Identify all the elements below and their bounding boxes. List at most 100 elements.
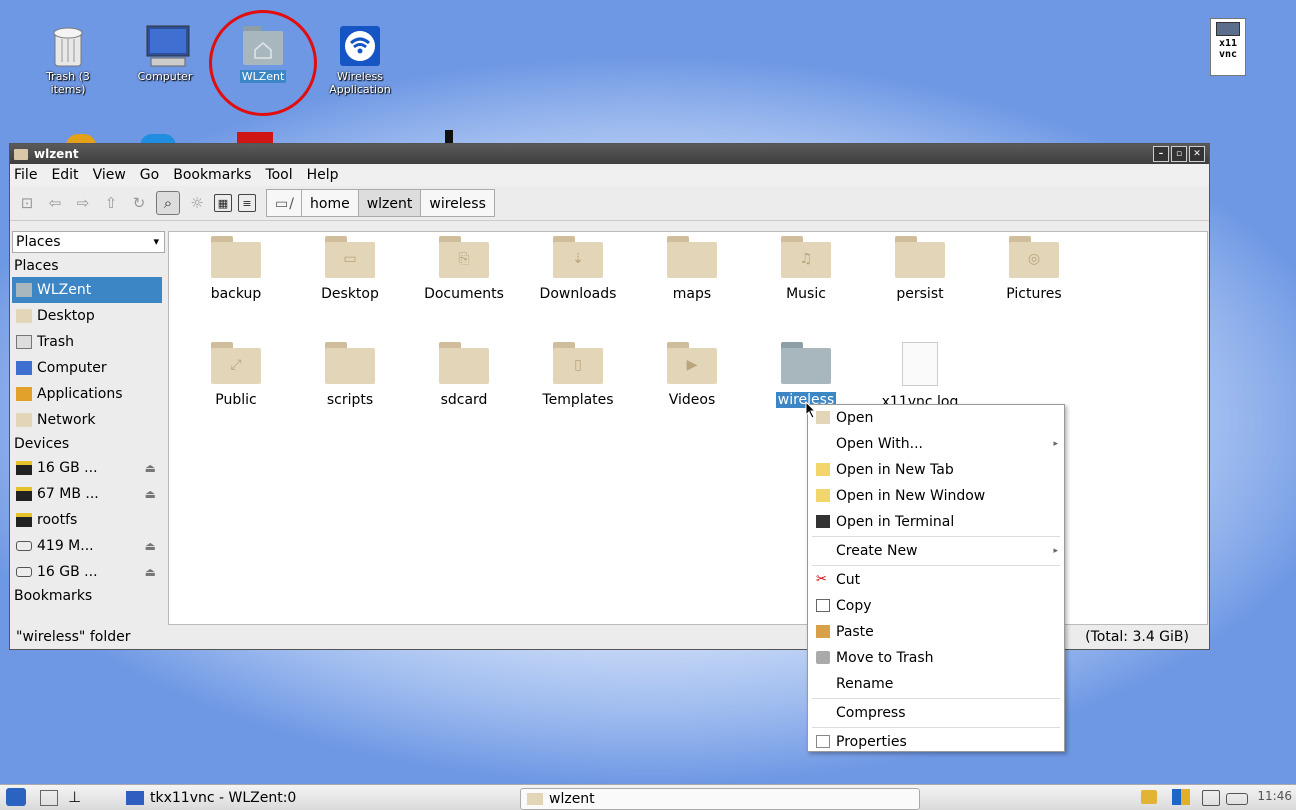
terminal-icon[interactable] <box>445 130 453 144</box>
menu-edit[interactable]: Edit <box>51 167 78 183</box>
menu-item-open-terminal[interactable]: Open in Terminal <box>808 509 1064 535</box>
menu-item-open-with[interactable]: Open With... ▸ <box>808 431 1064 457</box>
submenu-arrow-icon: ▸ <box>1053 439 1058 449</box>
places-header: Places <box>14 258 59 274</box>
show-desktop-icon[interactable] <box>40 790 58 806</box>
menu-item-copy[interactable]: Copy <box>808 593 1064 619</box>
list-view-icon[interactable]: ≡ <box>238 194 256 212</box>
breadcrumb: ▭/ home wlzent wireless <box>266 189 495 217</box>
file-item-backup[interactable]: backup <box>181 236 291 302</box>
file-item-persist[interactable]: persist <box>865 236 975 302</box>
menu-item-compress[interactable]: Compress <box>808 700 1064 726</box>
sidebar-item-network[interactable]: Network <box>12 407 166 433</box>
menu-item-properties[interactable]: Properties <box>808 729 1064 755</box>
eject-icon[interactable]: ⏏ <box>145 559 156 585</box>
menu-item-open[interactable]: Open <box>808 405 1064 431</box>
start-menu-icon[interactable] <box>6 788 26 806</box>
minimize-button[interactable]: – <box>1153 146 1169 162</box>
eject-icon[interactable]: ⏏ <box>145 533 156 559</box>
file-item-videos[interactable]: ▶ Videos <box>637 342 747 408</box>
menu-item-create-new[interactable]: Create New ▸ <box>808 538 1064 564</box>
sidebar-device-1[interactable]: 16 GB ... ⏏ <box>12 455 166 481</box>
sidebar-item-applications[interactable]: Applications <box>12 381 166 407</box>
menu-item-open-new-window[interactable]: Open in New Window <box>808 483 1064 509</box>
file-item-pictures[interactable]: ◎ Pictures <box>979 236 1089 302</box>
tray-drive-icon[interactable] <box>1226 793 1248 805</box>
sidebar-mode-select[interactable]: Places <box>12 231 165 253</box>
network-folder-icon <box>16 413 32 427</box>
file-item-downloads[interactable]: ⇣ Downloads <box>523 236 633 302</box>
menu-file[interactable]: File <box>14 167 37 183</box>
menu-item-move-to-trash[interactable]: Move to Trash <box>808 645 1064 671</box>
x11vnc-tray-widget[interactable]: x11 vnc <box>1210 18 1246 76</box>
sidebar-item-desktop[interactable]: Desktop <box>12 303 166 329</box>
taskbar-item-wlzent[interactable]: wlzent <box>520 788 920 810</box>
trash-icon <box>816 651 830 664</box>
file-item-maps[interactable]: maps <box>637 236 747 302</box>
menu-go[interactable]: Go <box>140 167 159 183</box>
menu-tool[interactable]: Tool <box>265 167 292 183</box>
menu-item-rename[interactable]: Rename <box>808 671 1064 697</box>
folder-icon <box>325 342 375 384</box>
bookmarks-header: Bookmarks <box>14 588 93 604</box>
file-item-x11vnc-log[interactable]: x11vnc.log <box>865 342 975 410</box>
sidebar-item-wlzent[interactable]: WLZent <box>12 277 162 303</box>
maximize-button[interactable]: ▫ <box>1171 146 1187 162</box>
close-button[interactable]: ✕ <box>1189 146 1205 162</box>
desktop-icon-trash[interactable]: Trash (3 items) <box>28 24 108 96</box>
trash-icon <box>16 335 32 349</box>
pictures-folder-icon: ◎ <box>1009 236 1059 278</box>
reload-icon[interactable]: ↻ <box>128 192 150 214</box>
menu-help[interactable]: Help <box>307 167 339 183</box>
file-item-desktop[interactable]: ▭ Desktop <box>295 236 405 302</box>
breadcrumb-wireless[interactable]: wireless <box>420 189 495 217</box>
eject-icon[interactable]: ⏏ <box>145 455 156 481</box>
tray-network-icon[interactable] <box>1141 790 1157 804</box>
icon-view-icon[interactable]: ▦ <box>214 194 232 212</box>
breadcrumb-home[interactable]: home <box>301 189 359 217</box>
public-folder-icon: ⤢ <box>211 342 261 384</box>
folder-icon <box>895 236 945 278</box>
eject-icon[interactable]: ⏏ <box>145 481 156 507</box>
breadcrumb-wlzent[interactable]: wlzent <box>357 189 422 217</box>
applications-icon <box>16 387 32 401</box>
drive-icon <box>16 541 32 551</box>
desktop-icon-wireless-application[interactable]: Wireless Application <box>320 24 400 96</box>
file-item-documents[interactable]: ⎘ Documents <box>409 236 519 302</box>
network-icon[interactable]: ⊥ <box>68 789 84 805</box>
sidebar-device-rootfs[interactable]: rootfs <box>12 507 166 533</box>
breadcrumb-root[interactable]: ▭/ <box>266 189 302 217</box>
desktop-icon-computer[interactable]: Computer <box>125 24 205 83</box>
up-icon[interactable]: ⇧ <box>100 192 122 214</box>
menu-item-paste[interactable]: Paste <box>808 619 1064 645</box>
file-item-scripts[interactable]: scripts <box>295 342 405 408</box>
file-item-templates[interactable]: ▯ Templates <box>523 342 633 408</box>
taskbar-item-tkx11vnc[interactable]: tkx11vnc - WLZent:0 <box>120 788 506 808</box>
path-bar-toggle-icon[interactable]: ⌕ <box>156 191 180 215</box>
new-tab-icon[interactable]: ⊡ <box>16 192 38 214</box>
sidebar: Places Places WLZent Desktop Trash Compu… <box>12 231 166 625</box>
new-tab-icon <box>816 463 830 476</box>
sidebar-item-computer[interactable]: Computer <box>12 355 166 381</box>
menu-item-cut[interactable]: ✂ Cut <box>808 567 1064 593</box>
menu-view[interactable]: View <box>93 167 126 183</box>
sidebar-device-4[interactable]: 419 M... ⏏ <box>12 533 166 559</box>
menu-bookmarks[interactable]: Bookmarks <box>173 167 251 183</box>
folder-icon <box>211 236 261 278</box>
window-titlebar[interactable]: wlzent – ▫ ✕ <box>10 144 1209 164</box>
file-item-music[interactable]: ♫ Music <box>751 236 861 302</box>
sidebar-device-2[interactable]: 67 MB ... ⏏ <box>12 481 166 507</box>
forward-icon[interactable]: ⇨ <box>72 192 94 214</box>
sidebar-item-trash[interactable]: Trash <box>12 329 166 355</box>
templates-folder-icon: ▯ <box>553 342 603 384</box>
tray-apps-icon[interactable] <box>1172 789 1190 805</box>
file-item-wireless[interactable]: wireless <box>751 342 861 408</box>
hint-icon[interactable]: ☼ <box>186 192 208 214</box>
sidebar-device-5[interactable]: 16 GB ... ⏏ <box>12 559 166 585</box>
menu-item-open-new-tab[interactable]: Open in New Tab <box>808 457 1064 483</box>
back-icon[interactable]: ⇦ <box>44 192 66 214</box>
file-item-sdcard[interactable]: sdcard <box>409 342 519 408</box>
file-item-public[interactable]: ⤢ Public <box>181 342 291 408</box>
tray-keyboard-icon[interactable] <box>1202 790 1220 806</box>
new-window-icon <box>816 489 830 502</box>
